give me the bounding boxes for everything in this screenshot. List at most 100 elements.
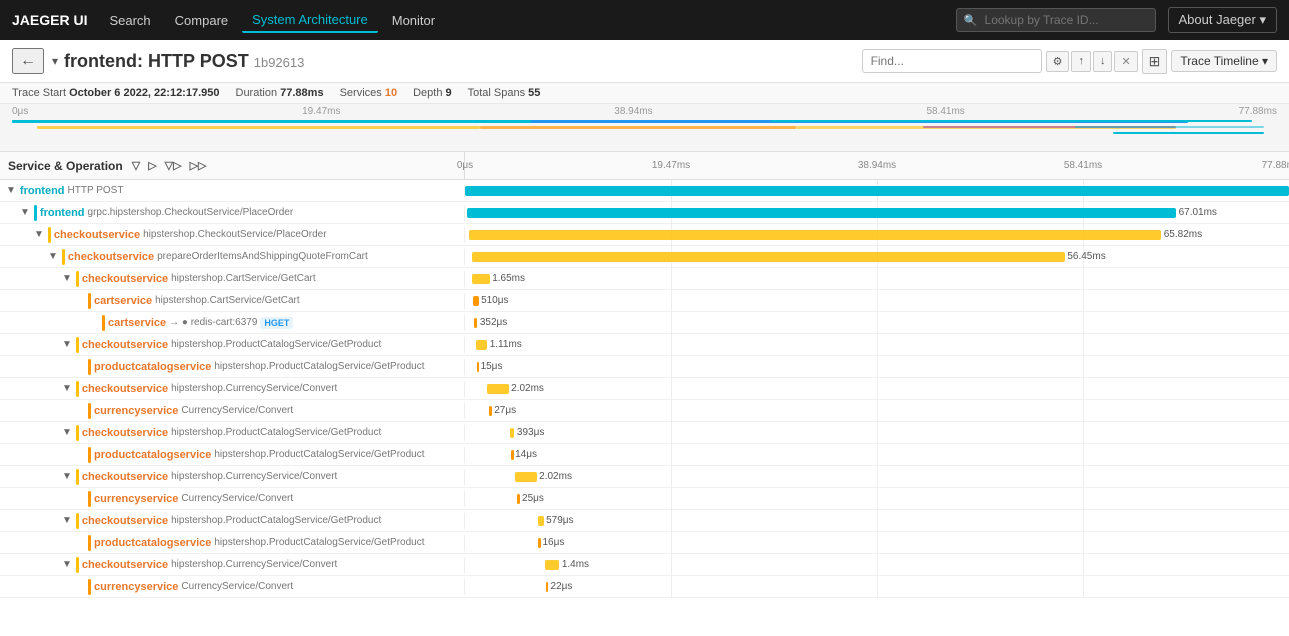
- trace-services: Services 10: [340, 87, 398, 99]
- span-toggle[interactable]: ▼: [60, 273, 74, 284]
- span-toggle[interactable]: ▼: [32, 229, 46, 240]
- nav-search[interactable]: Search: [99, 9, 160, 32]
- col-arrow-2[interactable]: ▷: [145, 157, 159, 174]
- service-col-label: Service & Operation: [8, 159, 123, 173]
- span-duration: 2.02ms: [539, 472, 572, 482]
- span-duration: 1.4ms: [562, 560, 589, 570]
- span-bar: [545, 560, 560, 570]
- span-label-col: cartservice→ ● redis-cart:6379HGET: [0, 315, 465, 331]
- find-actions: ⚙ ↑ ↓ ✕: [1046, 51, 1138, 72]
- span-toggle[interactable]: ▼: [4, 185, 18, 196]
- span-bar: [477, 362, 479, 372]
- span-toggle[interactable]: ▼: [60, 471, 74, 482]
- col-arrow-3[interactable]: ▽▷: [162, 157, 185, 174]
- span-service-name: productcatalogservice: [94, 537, 211, 549]
- span-operation: hipstershop.ProductCatalogService/GetPro…: [171, 515, 381, 526]
- grid-view-button[interactable]: ⊞: [1142, 49, 1168, 74]
- back-button[interactable]: ←: [12, 48, 44, 74]
- trace-service-name: frontend:: [64, 51, 143, 71]
- span-duration: 15μs: [481, 362, 503, 372]
- table-row: currencyserviceCurrencyService/Convert 27…: [0, 400, 1289, 422]
- span-label-col: productcatalogservicehipstershop.Product…: [0, 447, 465, 463]
- span-label-col: ▼ checkoutservicehipstershop.CurrencyServ…: [0, 469, 465, 485]
- span-service-name: frontend: [40, 207, 85, 219]
- span-duration: 510μs: [481, 296, 508, 306]
- span-toggle[interactable]: ▼: [18, 207, 32, 218]
- span-duration: 1.65ms: [492, 274, 525, 284]
- span-operation: hipstershop.ProductCatalogService/GetPro…: [171, 427, 381, 438]
- span-operation: CurrencyService/Convert: [181, 405, 293, 416]
- find-close-button[interactable]: ✕: [1114, 51, 1137, 72]
- span-bar-col: 352μs: [465, 312, 1289, 334]
- span-service-name: checkoutservice: [82, 471, 168, 483]
- span-bar-col: 15μs: [465, 356, 1289, 378]
- span-operation: hipstershop.CurrencyService/Convert: [171, 471, 337, 482]
- find-prev-button[interactable]: ↑: [1071, 51, 1091, 72]
- span-bar: [469, 230, 1161, 240]
- span-bar-col: 65.82ms: [465, 224, 1289, 246]
- span-service-name: cartservice: [94, 295, 152, 307]
- span-toggle[interactable]: ▼: [60, 383, 74, 394]
- span-service-name: checkoutservice: [82, 427, 168, 439]
- col-arrows: ▽ ▷ ▽▷ ▷▷: [129, 157, 210, 174]
- table-row: cartservice→ ● redis-cart:6379HGET352μs: [0, 312, 1289, 334]
- table-row: ▼checkoutservicehipstershop.ProductCatal…: [0, 510, 1289, 532]
- find-next-button[interactable]: ↓: [1093, 51, 1113, 72]
- span-operation: hipstershop.CartService/GetCart: [171, 273, 316, 284]
- nav-monitor[interactable]: Monitor: [382, 9, 445, 32]
- span-bar: [511, 450, 513, 460]
- span-toggle[interactable]: ▼: [46, 251, 60, 262]
- span-label-col: currencyserviceCurrencyService/Convert: [0, 403, 465, 419]
- tl-tick-1: 19.47ms: [652, 160, 690, 171]
- span-bar: [473, 296, 478, 306]
- span-duration: 27μs: [494, 406, 516, 416]
- nav-system-architecture[interactable]: System Architecture: [242, 8, 378, 33]
- span-bar-col: 14μs: [465, 444, 1289, 466]
- table-row: cartservicehipstershop.CartService/GetCa…: [0, 290, 1289, 312]
- span-operation: hipstershop.ProductCatalogService/GetPro…: [214, 361, 424, 372]
- collapse-icon[interactable]: ▾: [52, 54, 58, 68]
- col-arrow-1[interactable]: ▽: [129, 157, 143, 174]
- col-arrow-4[interactable]: ▷▷: [187, 157, 210, 174]
- span-label-col: ▼checkoutservicehipstershop.ProductCatal…: [0, 513, 465, 529]
- trace-total-spans: Total Spans 55: [468, 87, 541, 99]
- timeline-mode-button[interactable]: Trace Timeline ▾: [1171, 50, 1277, 72]
- span-service-name: checkoutservice: [82, 559, 168, 571]
- spans-container: ▼frontendHTTP POST▼frontendgrpc.hipsters…: [0, 180, 1289, 624]
- span-service-name: currencyservice: [94, 405, 178, 417]
- nav-brand: JAEGER UI: [12, 12, 87, 28]
- span-operation: hipstershop.ProductCatalogService/GetPro…: [171, 339, 381, 350]
- span-label-col: ▼checkoutservicehipstershop.CheckoutServ…: [0, 227, 465, 243]
- span-toggle[interactable]: ▼: [60, 427, 74, 438]
- trace-title-wrap: ▾ frontend: HTTP POST 1b92613: [52, 51, 854, 72]
- trace-header: ← ▾ frontend: HTTP POST 1b92613 ⚙ ↑ ↓ ✕ …: [0, 40, 1289, 83]
- span-toggle[interactable]: ▼: [60, 515, 74, 526]
- span-label-col: productcatalogservicehipstershop.Product…: [0, 359, 465, 375]
- find-settings-button[interactable]: ⚙: [1046, 51, 1070, 72]
- span-operation: grpc.hipstershop.CheckoutService/PlaceOr…: [88, 207, 294, 218]
- total-spans-value: 55: [528, 87, 540, 99]
- col-header: Service & Operation ▽ ▷ ▽▷ ▷▷ 0μs 19.47m…: [0, 152, 1289, 180]
- span-bar-col: [465, 180, 1289, 202]
- span-operation: CurrencyService/Convert: [181, 581, 293, 592]
- table-row: ▼checkoutservicehipstershop.CartService/…: [0, 268, 1289, 290]
- span-bar: [487, 384, 508, 394]
- span-duration: 65.82ms: [1164, 230, 1202, 240]
- span-label-col: cartservicehipstershop.CartService/GetCa…: [0, 293, 465, 309]
- span-toggle[interactable]: ▼: [60, 339, 74, 350]
- about-jaeger-button[interactable]: About Jaeger ▾: [1168, 7, 1277, 33]
- span-toggle[interactable]: ▼: [60, 559, 74, 570]
- span-bar: [538, 516, 544, 526]
- span-bar-col: 22μs: [465, 576, 1289, 598]
- span-service-name: cartservice: [108, 317, 166, 329]
- find-input[interactable]: [862, 49, 1042, 73]
- span-bar-col: 16μs: [465, 532, 1289, 554]
- span-bar: [474, 318, 478, 328]
- trace-id-input[interactable]: [956, 8, 1156, 32]
- span-bar-col: 27μs: [465, 400, 1289, 422]
- span-service-name: frontend: [20, 185, 65, 197]
- table-row: ▼checkoutserviceprepareOrderItemsAndShip…: [0, 246, 1289, 268]
- span-bar: [517, 494, 520, 504]
- span-bar: [546, 582, 548, 592]
- nav-compare[interactable]: Compare: [165, 9, 238, 32]
